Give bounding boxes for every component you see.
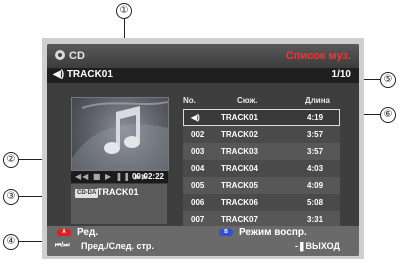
track-length: 4:19: [307, 113, 324, 122]
track-row[interactable]: 005 TRACK05 4:09: [183, 177, 340, 194]
track-no: ◀): [191, 113, 200, 122]
callout-5: ⑤: [380, 72, 396, 88]
footer-bar: A Ред. B Режим воспр. ⏮/⏭ Пред./След. ст…: [47, 226, 359, 256]
header-bar: CD Список муз.: [47, 44, 359, 68]
track-no: 006: [191, 198, 205, 207]
current-track: ◀) TRACK01: [53, 69, 113, 80]
column-header-length: Длина: [305, 96, 330, 105]
column-header-title: Сюж.: [237, 96, 258, 105]
page-nav-label[interactable]: Пред./След. стр.: [81, 241, 154, 251]
track-length: 3:57: [307, 147, 324, 156]
key-b-icon[interactable]: B: [219, 229, 233, 236]
app-title: CD: [55, 50, 85, 62]
play-mode-label[interactable]: Режим воспр.: [239, 227, 307, 238]
track-length: 4:09: [307, 181, 324, 190]
callout-1: ①: [116, 3, 132, 19]
column-header-no: No.: [183, 96, 196, 105]
page-indicator: 1/10: [331, 69, 351, 80]
callout-3: ③: [3, 189, 19, 205]
track-length: 3:57: [307, 130, 324, 139]
music-note-icon: [72, 101, 168, 170]
current-track-name: TRACK01: [66, 69, 113, 80]
callout-2: ②: [3, 152, 19, 168]
edit-label[interactable]: Ред.: [77, 227, 98, 238]
mode-label: Список муз.: [285, 50, 351, 62]
cdda-badge: CD-DA: [75, 189, 99, 198]
callout-6: ⑥: [380, 107, 396, 123]
track-length: 5:08: [307, 198, 324, 207]
playback-controls: ◀◀ ■ ▶ ❚❚ ▶▶ 00:02:22: [71, 171, 168, 183]
track-info-box: CD-DA TRACK01: [71, 184, 167, 224]
exit-icon: -❚: [295, 241, 306, 251]
track-no: 004: [191, 164, 205, 173]
exit-text: ВЫХОД: [305, 241, 340, 251]
track-row[interactable]: ◀) TRACK01 4:19: [183, 109, 340, 126]
tv-screen: CD Список муз. ◀) TRACK01 1/10 ◀◀ ■ ▶ ❚❚…: [42, 38, 364, 259]
track-title: TRACK04: [221, 164, 258, 173]
track-no: 005: [191, 181, 205, 190]
track-row[interactable]: 003 TRACK03 3:57: [183, 143, 340, 160]
track-title: TRACK05: [221, 181, 258, 190]
track-title: TRACK02: [221, 130, 258, 139]
track-no: 002: [191, 130, 205, 139]
track-title: TRACK03: [221, 147, 258, 156]
skip-icon: ⏮/⏭: [55, 242, 70, 249]
info-track-name: TRACK01: [97, 187, 139, 197]
track-length: 4:03: [307, 164, 324, 173]
key-a-icon[interactable]: A: [57, 229, 71, 236]
track-title: TRACK06: [221, 198, 258, 207]
speaker-icon: ◀): [53, 69, 65, 80]
track-row[interactable]: 002 TRACK02 3:57: [183, 126, 340, 143]
app-title-text: CD: [69, 50, 85, 62]
track-no: 003: [191, 147, 205, 156]
track-title: TRACK01: [221, 113, 258, 122]
callout-4: ④: [3, 234, 19, 250]
album-art: [71, 97, 169, 171]
exit-label[interactable]: -❚ВЫХОД: [295, 241, 340, 252]
disc-icon: [55, 50, 65, 60]
track-row[interactable]: 006 TRACK06 5:08: [183, 194, 340, 211]
elapsed-time: 00:02:22: [131, 172, 164, 181]
current-track-bar: ◀) TRACK01 1/10: [47, 68, 359, 83]
music-list-panel: CD Список муз. ◀) TRACK01 1/10 ◀◀ ■ ▶ ❚❚…: [47, 44, 359, 256]
track-row[interactable]: 004 TRACK04 4:03: [183, 160, 340, 177]
